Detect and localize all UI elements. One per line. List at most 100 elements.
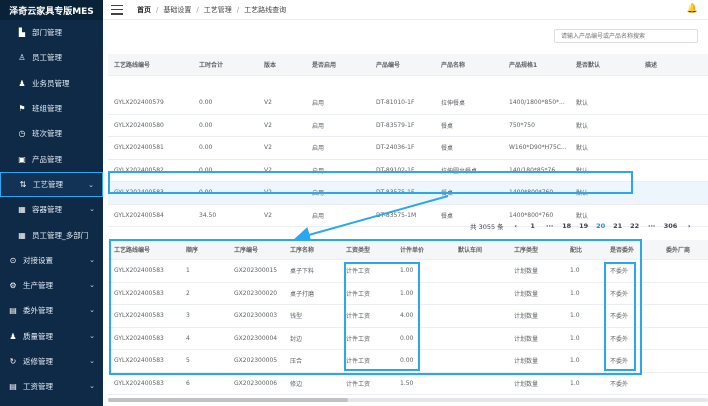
sidebar-item[interactable]: ▦ 员工管理_多部门 [0, 222, 103, 247]
table-row[interactable]: GYLX202400581 0.00 V2 启用 DT-24036-1F 餐桌 W160*D… [108, 137, 708, 160]
sidebar-item[interactable]: ♟ 质量管理 ⌄ [0, 324, 103, 349]
sidebar-item[interactable]: ▦ 容器管理 ⌄ [0, 197, 103, 222]
sidebar-item-label: 业务员管理 [32, 78, 70, 88]
chevron-down-icon: ⌄ [89, 280, 95, 289]
sidebar-item[interactable]: ⇅ 工艺管理 ⌄ [0, 171, 103, 198]
table-row[interactable]: GYLX202400579 0.00 V2 启用 DT-81010-1F 拉伸餐桌 1400… [108, 92, 708, 115]
column-header[interactable]: 工时合计 [199, 54, 223, 75]
top-bar: 首页 / 基础设置 / 工艺管理 / 工艺路线查询 🔔 [103, 0, 708, 20]
column-header[interactable]: 版本 [264, 54, 276, 75]
table-cell: V2 [264, 121, 272, 129]
table-cell: 启用 [312, 212, 325, 220]
doc-icon: ▤ [9, 382, 17, 392]
person-icon: ♟ [18, 78, 26, 88]
table-row[interactable]: GYLX202400580 0.00 V2 启用 DT-83579-1F 餐桌 750*75… [108, 115, 708, 137]
column-header[interactable]: 产品编号 [376, 54, 400, 75]
table-spacer [108, 76, 708, 92]
chevron-down-icon: ⌄ [89, 306, 95, 315]
sidebar-item-label: 委外管理 [23, 306, 53, 316]
table-cell: 修边 [290, 380, 303, 388]
table-cell: 1400/1800*850*... [509, 99, 565, 107]
table-cell: GYLX202400584 [114, 211, 164, 219]
table-cell: 启用 [312, 122, 325, 130]
link-icon: ⊙ [9, 255, 17, 265]
table-cell: 不委外 [610, 380, 629, 388]
box-icon: ▣ [18, 154, 26, 164]
table-cell: V2 [264, 144, 272, 152]
sidebar-item-label: 员工管理 [32, 53, 62, 63]
sidebar-item[interactable]: ▤ 委外管理 ⌄ [0, 298, 103, 323]
page-number[interactable]: ··· [647, 222, 657, 230]
column-header[interactable]: 是否启用 [312, 54, 336, 75]
search-input[interactable] [554, 29, 698, 43]
page-number[interactable]: 20 [596, 222, 606, 230]
horizontal-scrollbar[interactable] [108, 398, 708, 402]
breadcrumb-separator: / [156, 5, 159, 14]
next-page-button[interactable]: › [684, 222, 694, 230]
prev-page-button[interactable]: ‹ [511, 222, 521, 230]
sidebar-item[interactable]: ♟ 业务员管理 [0, 71, 103, 96]
chevron-down-icon: ⌄ [89, 382, 95, 391]
route-table: 工艺路线编号 工时合计 版本 是否启用 产品编号 产品名称 产品规格1 是否默认 描述 GYLX… [108, 54, 708, 227]
sidebar-item[interactable]: ⊙ 对接设置 ⌄ [0, 248, 103, 273]
sidebar-item[interactable]: ⚙ 生产管理 ⌄ [0, 273, 103, 298]
bell-icon[interactable]: 🔔 [687, 4, 698, 14]
breadcrumb-separator: / [196, 5, 199, 14]
column-header[interactable]: 工艺路线编号 [114, 54, 150, 75]
table-cell: 0.00 [199, 144, 213, 152]
outsource-column-highlight [604, 262, 636, 371]
table-cell: GX202300006 [234, 379, 278, 387]
refresh-icon: ↻ [9, 357, 17, 366]
sidebar-item[interactable]: ⚑ 班组管理 [0, 96, 103, 121]
column-header[interactable]: 是否默认 [576, 54, 600, 75]
table-row[interactable]: GYLX202400583 6 GX202300006 修边 计件工资 1.50 计划数量 1… [108, 373, 708, 395]
page-number[interactable]: 19 [579, 222, 589, 230]
table-cell: DT-24036-1F [376, 144, 415, 152]
sidebar-item-label: 返修管理 [23, 357, 53, 366]
sidebar-item[interactable]: ▣ 产品管理 [0, 146, 103, 171]
chevron-down-icon: ⌄ [89, 331, 95, 340]
table-cell: 默认 [576, 122, 589, 130]
person-icon: ♟ [9, 331, 17, 341]
table-cell: 34.50 [199, 211, 217, 219]
page-number[interactable]: 21 [613, 222, 623, 230]
page-number[interactable]: ··· [545, 222, 555, 230]
sidebar-item[interactable]: ◷ 班次管理 [0, 121, 103, 146]
sidebar-item[interactable]: ♙ 员工管理 [0, 45, 103, 70]
menu-toggle-icon[interactable] [111, 4, 123, 15]
table-cell: V2 [264, 211, 272, 219]
column-header[interactable]: 产品规格1 [509, 54, 537, 75]
page-number[interactable]: 1 [528, 222, 538, 230]
table-cell: 餐桌 [441, 122, 454, 130]
sidebar-item[interactable]: ▤ 工资管理 ⌄ [0, 374, 103, 399]
sidebar-item-label: 生产管理 [23, 281, 53, 291]
table-cell: 0.00 [199, 121, 213, 129]
wage-columns-highlight [344, 262, 420, 371]
sidebar-item-label: 部门管理 [32, 28, 62, 38]
table-cell: 启用 [312, 100, 325, 108]
breadcrumb-item[interactable]: 基础设置 [163, 5, 191, 15]
breadcrumb-item[interactable]: 工艺管理 [204, 5, 232, 15]
column-header[interactable]: 描述 [645, 54, 657, 75]
sidebar-item[interactable]: ↻ 返修管理 ⌄ [0, 349, 103, 374]
doc-icon: ▤ [9, 306, 17, 316]
table-cell: 计划数量 [514, 380, 539, 388]
breadcrumb-home[interactable]: 首页 [137, 5, 151, 15]
table-cell: DT-83575-1M [376, 211, 417, 219]
column-header[interactable]: 委外厂商 [666, 240, 690, 259]
sidebar-item-label: 工资管理 [23, 382, 53, 392]
table-cell: 计件工资 [346, 380, 371, 388]
sidebar-item-label: 班组管理 [32, 104, 62, 114]
sidebar-item[interactable]: ▙ 部门管理 [0, 20, 103, 45]
selected-row-highlight [108, 171, 633, 194]
table-cell: GYLX202400583 [114, 379, 164, 387]
table-cell: 拉伸餐桌 [441, 100, 466, 108]
page-number[interactable]: 22 [630, 222, 640, 230]
page-number[interactable]: 18 [562, 222, 572, 230]
table-cell: 1.0 [570, 379, 580, 387]
table-cell: DT-83579-1F [376, 121, 415, 129]
page-number[interactable]: 306 [664, 222, 678, 230]
table-cell: GYLX202400580 [114, 121, 164, 129]
pagination-total: 共 3055 条 [470, 223, 504, 231]
column-header[interactable]: 产品名称 [441, 54, 465, 75]
